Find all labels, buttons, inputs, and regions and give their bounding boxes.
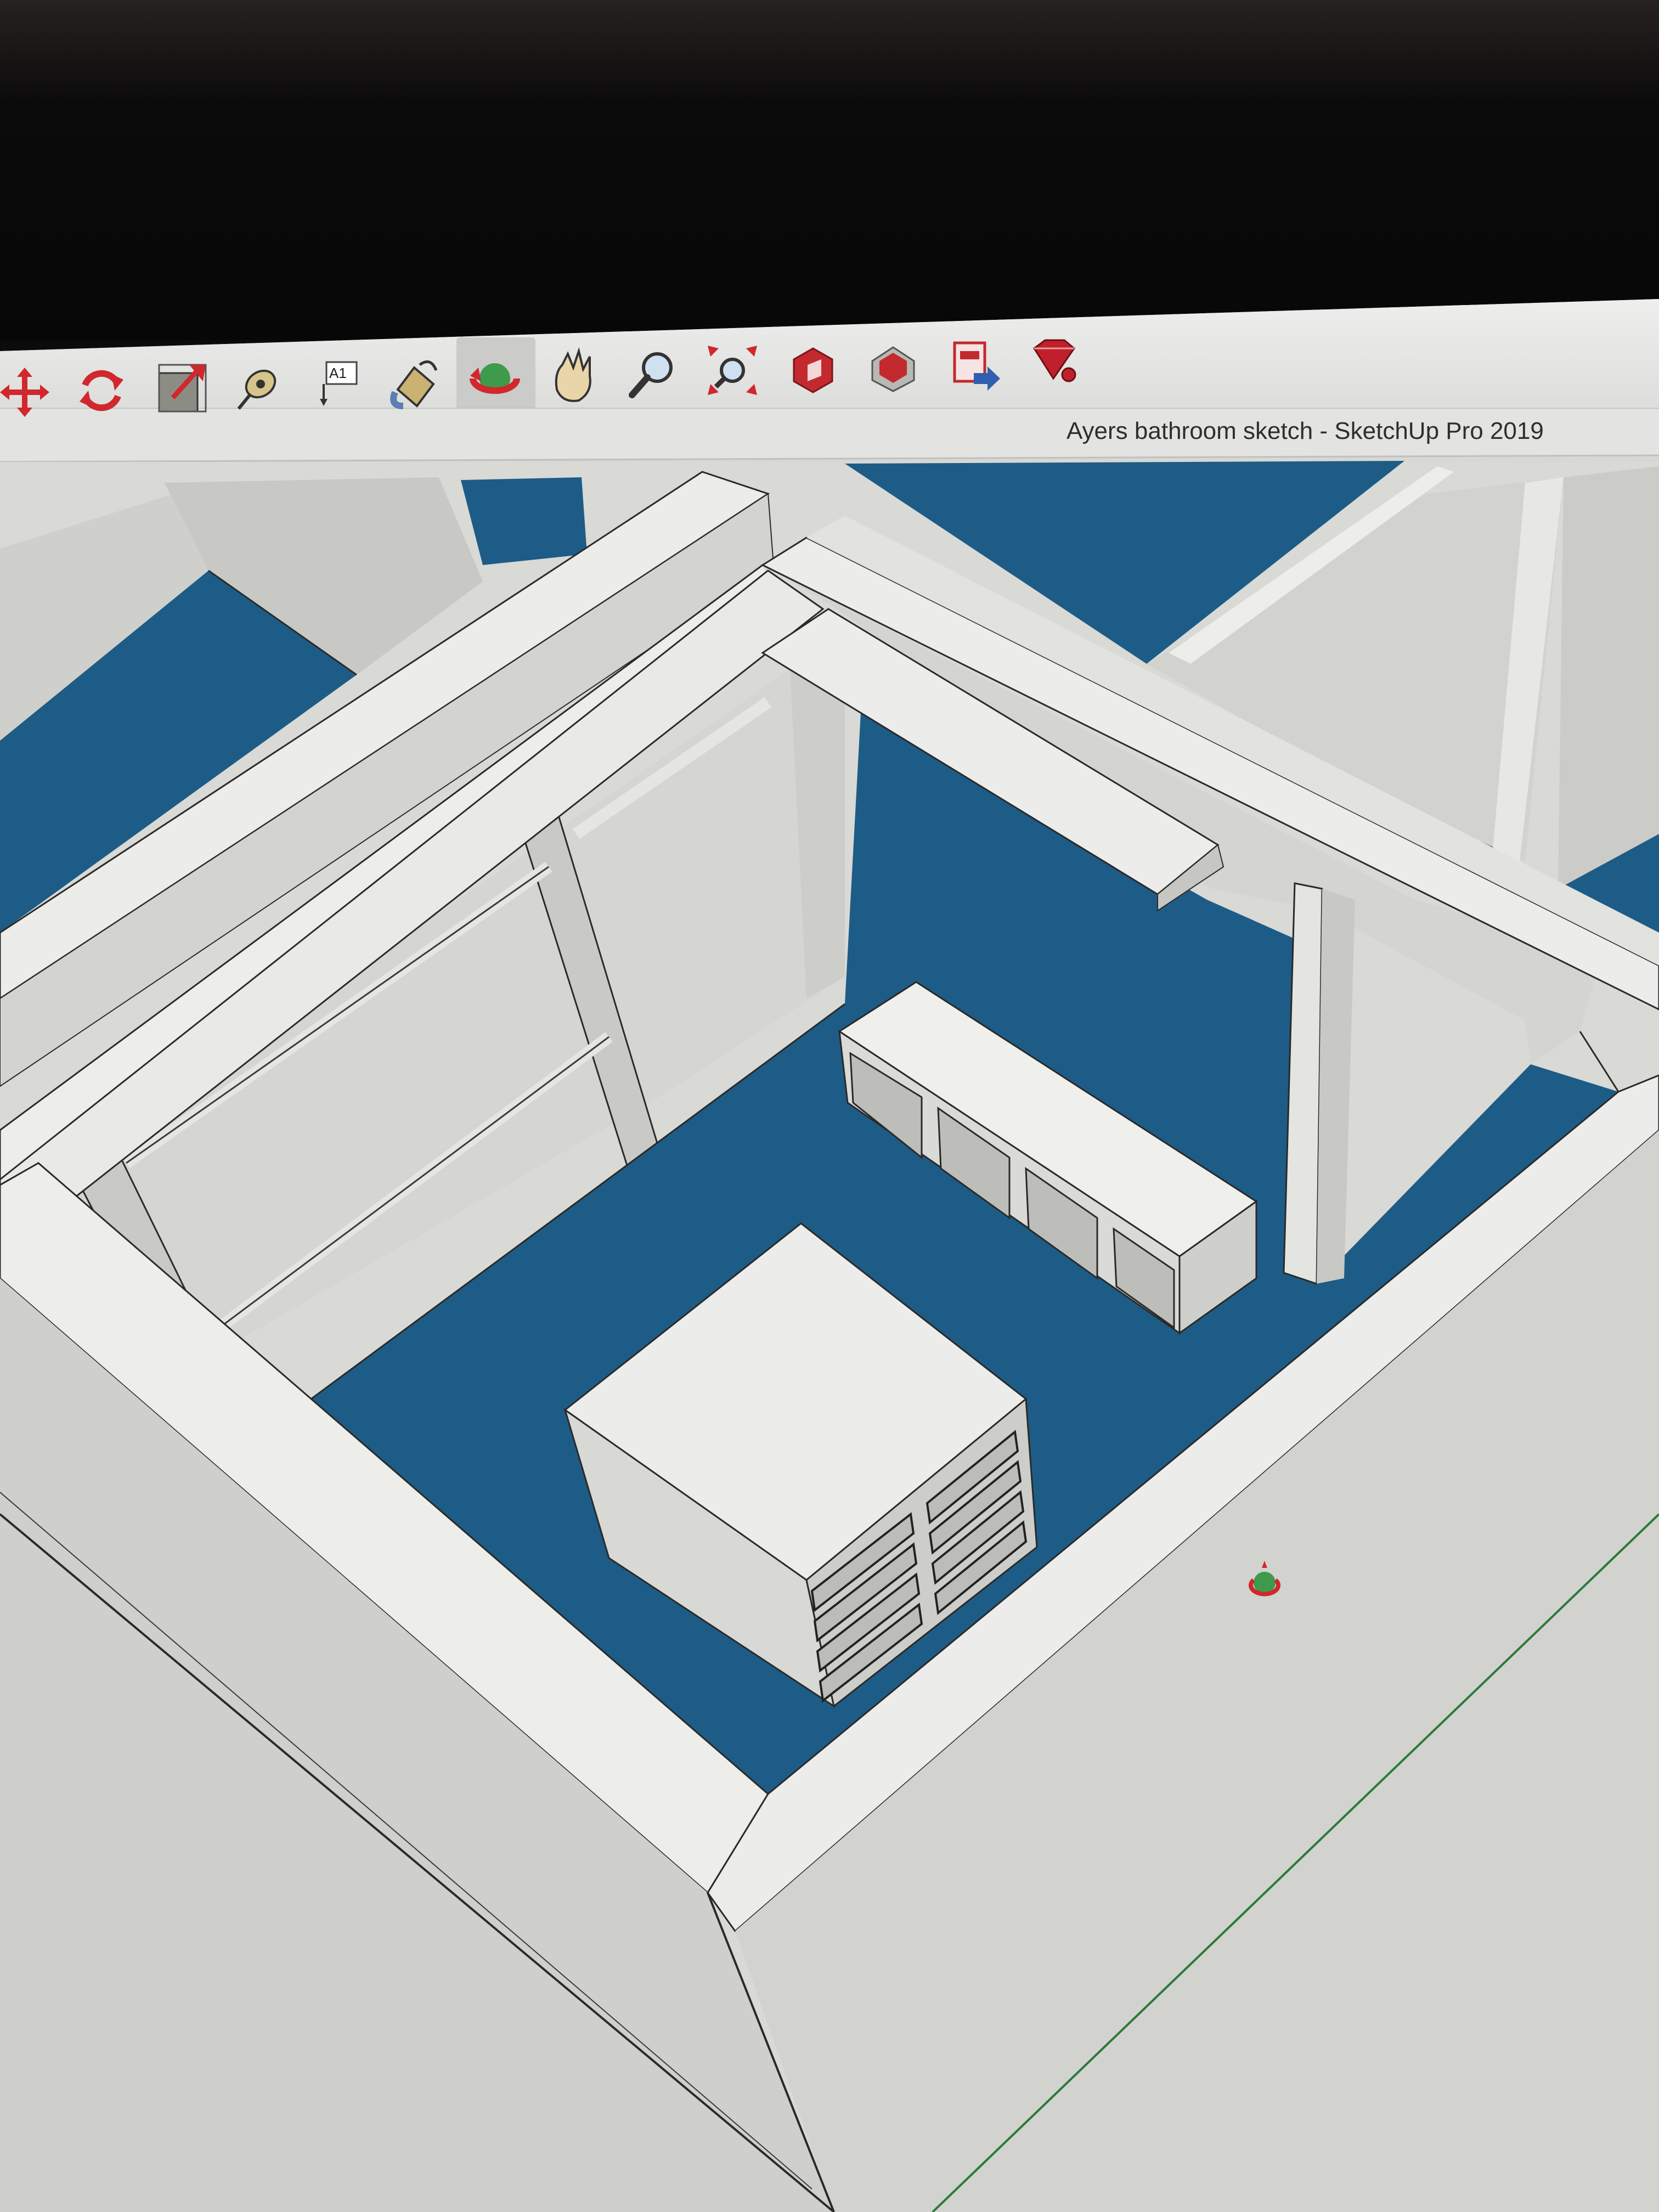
viewport[interactable] bbox=[0, 461, 1659, 2212]
text-icon-label: A1 bbox=[329, 365, 347, 381]
screen-photo: Ayers bathroom sketch - SketchUp Pro 201… bbox=[0, 0, 1659, 2212]
title-bar: Ayers bathroom sketch - SketchUp Pro 201… bbox=[0, 409, 1659, 463]
window-title: Ayers bathroom sketch - SketchUp Pro 201… bbox=[1066, 417, 1544, 444]
